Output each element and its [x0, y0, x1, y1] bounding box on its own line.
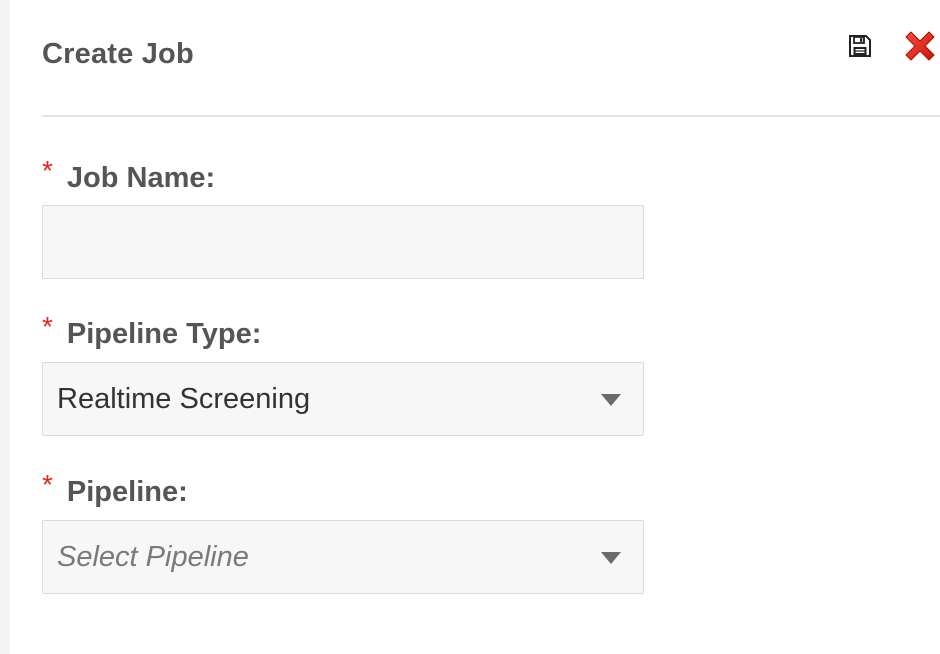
pipeline-type-select[interactable]: Realtime Screening — [42, 362, 644, 436]
create-job-panel: Create Job * Job Name: * Pipeline Type: … — [10, 0, 940, 654]
header-actions — [844, 28, 940, 68]
pipeline-label: * Pipeline: — [42, 469, 188, 512]
floppy-disk-icon — [848, 34, 872, 63]
page-title: Create Job — [42, 38, 194, 70]
job-name-label-text: Job Name: — [66, 161, 216, 194]
header-divider — [42, 115, 940, 117]
create-job-page: Create Job * Job Name: * Pipeline Type: … — [0, 0, 940, 654]
job-name-input[interactable] — [42, 205, 644, 279]
required-marker: * — [42, 155, 53, 186]
required-marker: * — [42, 469, 53, 500]
required-marker: * — [42, 311, 53, 342]
panel-header: Create Job — [42, 28, 940, 80]
pipeline-select[interactable]: Select Pipeline — [42, 520, 644, 594]
save-button[interactable] — [844, 32, 876, 64]
pipeline-type-label: * Pipeline Type: — [42, 311, 262, 354]
chevron-down-icon — [601, 552, 621, 564]
pipeline-placeholder: Select Pipeline — [57, 541, 249, 573]
close-icon — [901, 27, 939, 70]
job-name-label: * Job Name: — [42, 155, 216, 198]
pipeline-type-selected-value: Realtime Screening — [57, 383, 311, 415]
chevron-down-icon — [601, 394, 621, 406]
close-button[interactable] — [900, 28, 940, 68]
pipeline-type-label-text: Pipeline Type: — [66, 317, 262, 350]
pipeline-label-text: Pipeline: — [66, 475, 188, 508]
